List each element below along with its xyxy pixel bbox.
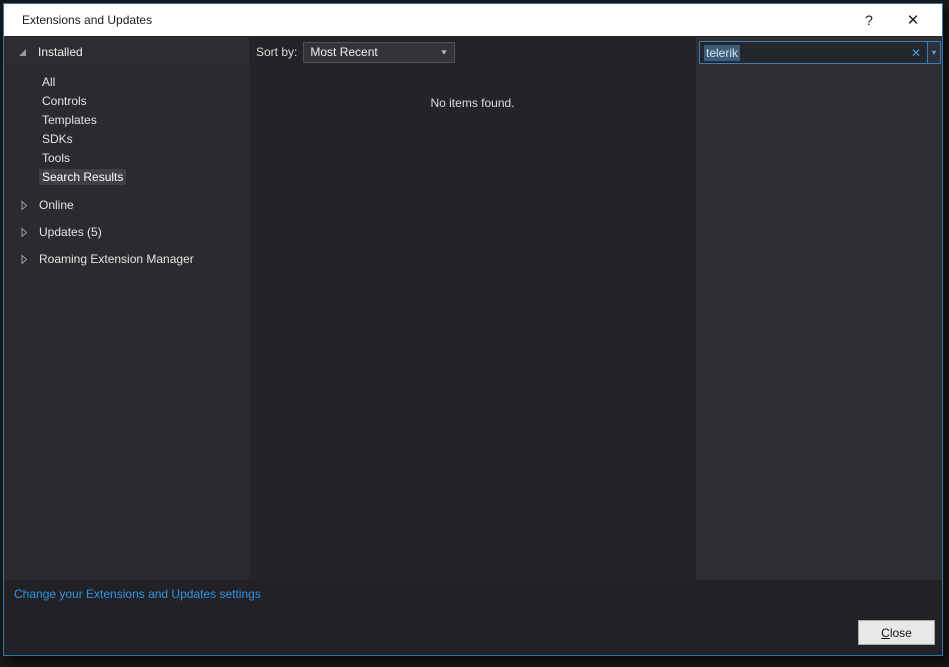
close-button[interactable]: Close [858, 620, 935, 645]
sort-row: Sort by: Most Recent ▼ [249, 37, 696, 67]
expanded-triangle-icon [19, 49, 26, 56]
details-panel: telerik ✕ ▼ [696, 37, 942, 582]
category-tree: Installed All Controls Templates SDKs To… [4, 37, 249, 582]
extensions-and-updates-dialog: Extensions and Updates ? ✕ Installed All… [3, 3, 943, 656]
collapsed-triangle-icon [21, 253, 28, 264]
tree-node-roaming-extension-manager[interactable]: Roaming Extension Manager [4, 245, 249, 272]
footer-bar: Change your Extensions and Updates setti… [4, 580, 942, 655]
tree-item-templates[interactable]: Templates [4, 111, 249, 130]
chevron-down-icon: ▼ [439, 48, 449, 56]
search-input[interactable]: telerik [700, 42, 905, 63]
dialog-content: Installed All Controls Templates SDKs To… [4, 37, 942, 582]
sort-by-label: Sort by: [256, 45, 298, 59]
tree-item-controls[interactable]: Controls [4, 92, 249, 111]
tree-node-online[interactable]: Online [4, 191, 249, 218]
extension-list-panel: Sort by: Most Recent ▼ No items found. [249, 37, 696, 582]
tree-item-all[interactable]: All [4, 73, 249, 92]
titlebar: Extensions and Updates ? ✕ [4, 4, 942, 36]
tree-node-label: Installed [38, 45, 83, 59]
close-icon[interactable]: ✕ [898, 7, 928, 33]
settings-link[interactable]: Change your Extensions and Updates setti… [14, 587, 261, 601]
tree-item-sdks[interactable]: SDKs [4, 130, 249, 149]
tree-node-label: Updates (5) [39, 224, 102, 239]
tree-node-label: Online [39, 197, 74, 212]
tree-node-label: Roaming Extension Manager [39, 251, 194, 266]
help-icon[interactable]: ? [854, 7, 884, 33]
tree-item-tools[interactable]: Tools [4, 149, 249, 168]
search-input-value: telerik [704, 44, 741, 61]
empty-message: No items found. [430, 96, 515, 110]
clear-search-icon[interactable]: ✕ [905, 42, 927, 63]
sort-dropdown-value: Most Recent [310, 45, 378, 59]
search-box: telerik ✕ ▼ [699, 41, 941, 64]
chevron-down-icon: ▼ [930, 48, 938, 57]
installed-children: All Controls Templates SDKs Tools Search… [4, 67, 249, 191]
search-options-dropdown[interactable]: ▼ [927, 42, 940, 63]
sort-dropdown[interactable]: Most Recent ▼ [303, 41, 456, 63]
tree-node-installed[interactable]: Installed [4, 37, 249, 67]
tree-item-search-results[interactable]: Search Results [4, 168, 249, 187]
collapsed-triangle-icon [21, 226, 28, 237]
collapsed-triangle-icon [21, 199, 28, 210]
tree-node-updates[interactable]: Updates (5) [4, 218, 249, 245]
dialog-title: Extensions and Updates [22, 13, 153, 27]
